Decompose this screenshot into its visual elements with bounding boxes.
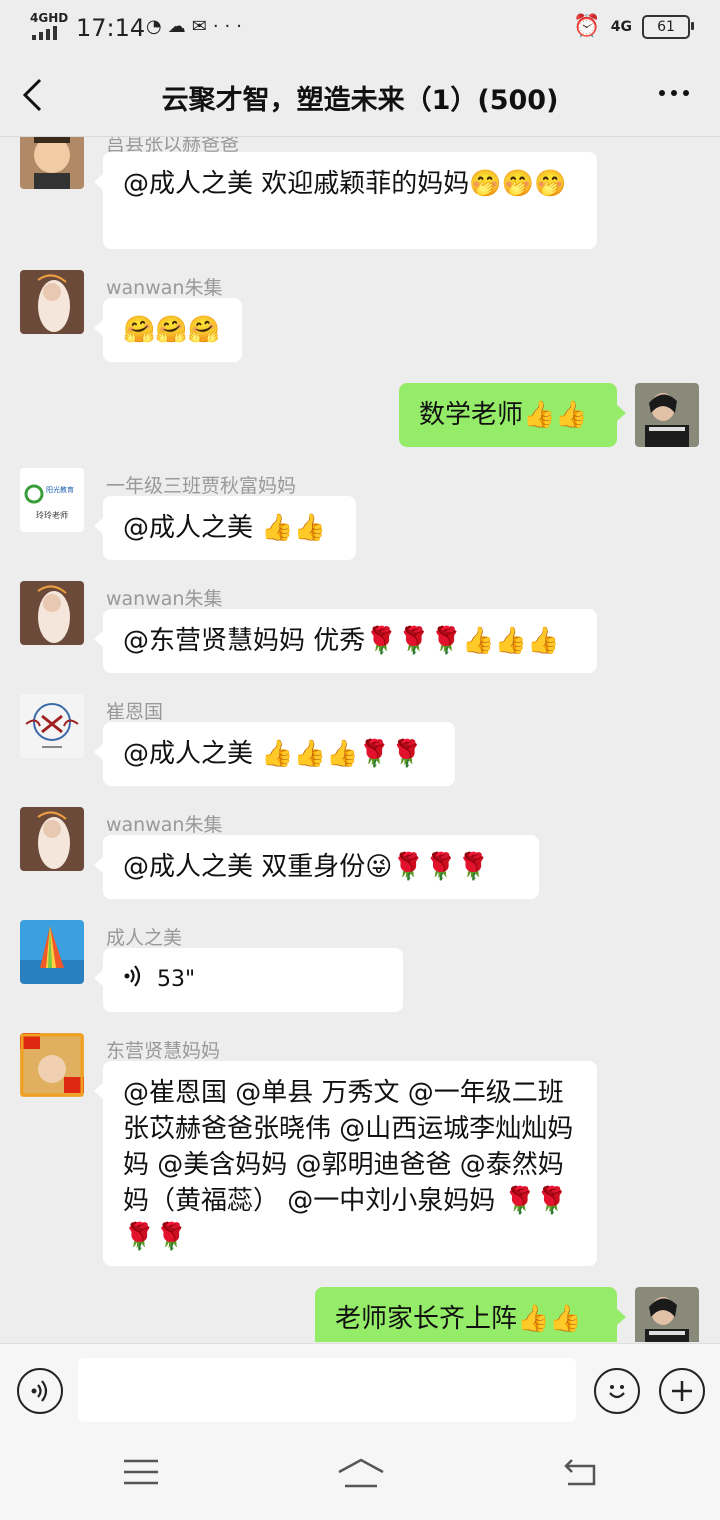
home-icon	[338, 1458, 384, 1488]
return-icon	[564, 1459, 596, 1486]
avatar[interactable]	[20, 137, 84, 189]
voice-duration: 53"	[157, 967, 196, 992]
avatar[interactable]: 阳光教育 玲玲老师	[20, 468, 84, 532]
sender-name: wanwan朱集	[106, 814, 223, 836]
yangguang-logo-icon: 阳光教育 玲玲老师	[20, 468, 84, 532]
add-more-button[interactable]	[659, 1368, 705, 1414]
status-right: ⏰ 4G 61	[573, 14, 694, 39]
emoji-button[interactable]	[594, 1368, 640, 1414]
chat-title: 云聚才智，塑造未来（1）(500)	[161, 85, 559, 116]
message-input[interactable]	[78, 1358, 576, 1422]
sender-name: wanwan朱集	[106, 588, 223, 610]
message-bubble[interactable]: @成人之美 👍👍👍🌹🌹	[94, 722, 455, 786]
sender-name: 成人之美	[106, 927, 183, 949]
battery-level: 61	[657, 18, 675, 35]
alarm-icon: ⏰	[573, 14, 601, 39]
sender-name: 一年级三班贾秋富妈妈	[106, 475, 297, 497]
svg-text:玲玲老师: 玲玲老师	[36, 510, 68, 520]
menu-icon	[124, 1459, 158, 1485]
avatar[interactable]	[20, 581, 84, 645]
own-avatar-icon	[635, 383, 699, 447]
input-bar	[0, 1343, 720, 1436]
emoji-icon	[609, 1385, 625, 1399]
cloud-icon: ☁	[167, 16, 192, 37]
voice-icon	[31, 1380, 48, 1402]
svg-text:阳光教育: 阳光教育	[46, 485, 74, 494]
message-bubble[interactable]: @东营贤慧妈妈 优秀🌹🌹🌹👍👍👍	[94, 609, 597, 673]
emblem-avatar-icon	[20, 694, 84, 758]
back-nav-button[interactable]	[562, 1458, 598, 1494]
message-list[interactable]: 莒县张以赫爸爸 @成人之美 欢迎戚颖菲的妈妈🤭🤭🤭 wanwan朱集 🤗🤗🤗 数…	[0, 137, 720, 1342]
avatar[interactable]	[20, 920, 84, 984]
voice-wave-icon	[123, 962, 143, 998]
avatar[interactable]	[20, 1033, 84, 1097]
woman-avatar-icon	[20, 807, 84, 871]
child-avatar-icon	[20, 137, 84, 189]
message-bubble[interactable]: 🤗🤗🤗	[94, 298, 242, 362]
message-bubble[interactable]: @崔恩国 @单县 万秀文 @一年级二班张苡赫爸爸张晓伟 @山西运城李灿灿妈妈 @…	[94, 1061, 597, 1266]
menu-nav-button[interactable]	[124, 1458, 158, 1493]
message-bubble[interactable]: @成人之美 欢迎戚颖菲的妈妈🤭🤭🤭	[94, 152, 597, 249]
sailboat-avatar-icon	[20, 920, 84, 984]
woman-avatar-icon	[20, 270, 84, 334]
avatar[interactable]	[20, 807, 84, 871]
own-avatar-icon	[635, 1287, 699, 1342]
sender-name: wanwan朱集	[106, 277, 223, 299]
home-nav-button[interactable]	[337, 1458, 385, 1496]
system-nav-bar	[0, 1436, 720, 1520]
voice-message-bubble[interactable]: 53"	[94, 948, 403, 1012]
own-avatar[interactable]	[635, 383, 699, 447]
avatar[interactable]	[20, 694, 84, 758]
network-indicator: 4GHD	[30, 11, 69, 25]
own-avatar[interactable]	[635, 1287, 699, 1342]
signal-icon	[32, 26, 57, 40]
wechat-icon: ◔	[146, 16, 168, 37]
more-options-button[interactable]	[658, 70, 690, 105]
status-bar: 4GHD 17:14 ◔☁✉··· ⏰ 4G 61	[0, 0, 720, 56]
plus-icon	[672, 1381, 692, 1401]
right-network: 4G	[610, 18, 632, 35]
status-time: 17:14	[76, 14, 146, 42]
avatar[interactable]	[20, 270, 84, 334]
woman-avatar-icon	[20, 581, 84, 645]
sender-name: 东营贤慧妈妈	[106, 1040, 221, 1062]
message-bubble-own[interactable]: 老师家长齐上阵👍👍	[315, 1287, 626, 1342]
flag-avatar-icon	[20, 1033, 84, 1097]
voice-input-button[interactable]	[17, 1368, 63, 1414]
status-notification-icons: ◔☁✉···	[146, 16, 248, 37]
sender-name: 崔恩国	[106, 701, 164, 723]
message-bubble[interactable]: @成人之美 👍👍	[94, 496, 356, 560]
battery-icon: 61	[642, 14, 694, 39]
more-icon	[659, 90, 689, 96]
more-dots-icon: ···	[212, 16, 248, 37]
message-bubble[interactable]: @成人之美 双重身份😜🌹🌹🌹	[94, 835, 539, 899]
message-bubble-own[interactable]: 数学老师👍👍	[399, 383, 626, 447]
chat-header: 云聚才智，塑造未来（1）(500)	[0, 56, 720, 137]
message-icon: ✉	[191, 16, 213, 37]
